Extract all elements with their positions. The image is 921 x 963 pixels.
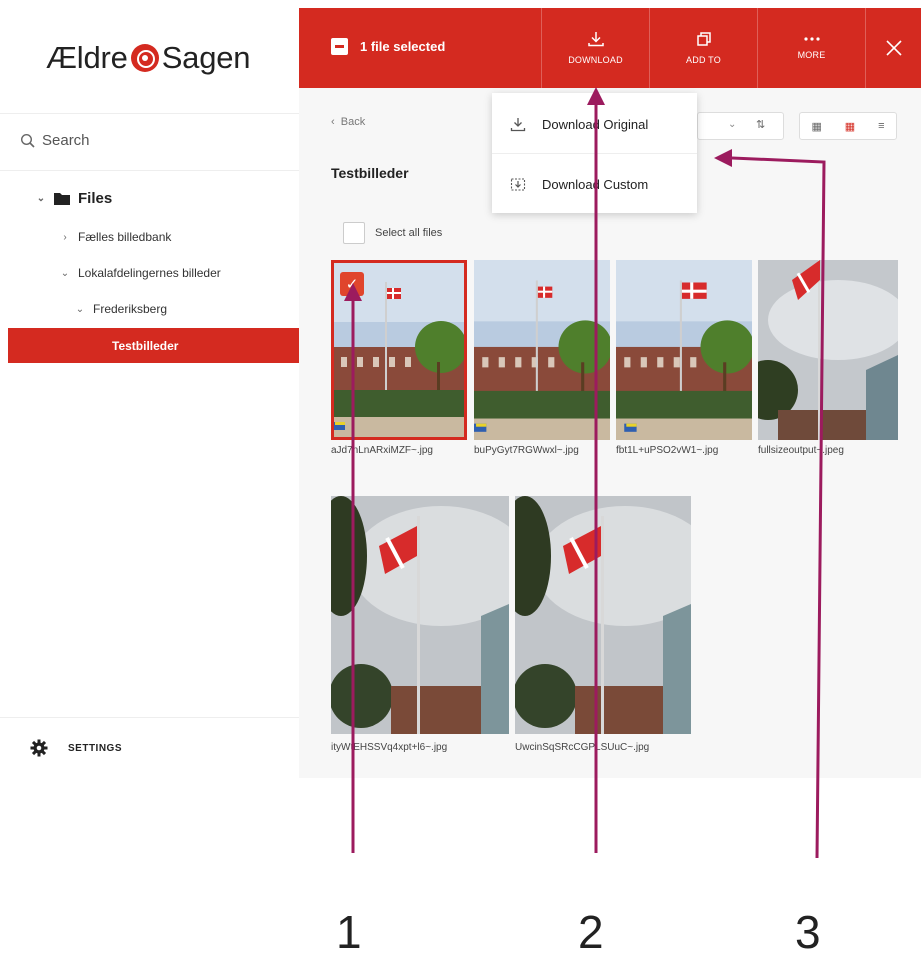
annotation-label-2: 2: [578, 906, 604, 958]
tree-label: Fælles billedbank: [78, 230, 172, 244]
search-placeholder: Search: [42, 132, 90, 149]
logo-text-right: Sagen: [161, 40, 251, 75]
file-thumbnail[interactable]: [515, 496, 691, 734]
sidebar: Ældre Sagen Search ⌄ Files › Fælles bill…: [0, 0, 299, 778]
divider: [0, 113, 299, 114]
file-name: ityWtEHSSVq4xpt+l6~.jpg: [331, 742, 448, 753]
search-input[interactable]: Search: [20, 132, 90, 149]
photo-image: [515, 496, 691, 734]
add-to-button[interactable]: ADD TO: [649, 8, 757, 88]
download-icon: [587, 32, 604, 47]
tree-label: Frederiksberg: [93, 302, 168, 316]
gear-icon: [30, 739, 48, 757]
logo-text-left: Ældre: [46, 40, 128, 75]
chevron-down-icon: ⌄: [60, 267, 70, 279]
file-name: fullsizeoutput~.jpeg: [758, 445, 844, 456]
deselect-checkbox[interactable]: [331, 38, 348, 55]
chevron-down-icon: ⌄: [75, 303, 85, 315]
back-label: Back: [340, 116, 366, 128]
selection-toolbar: 1 file selected DOWNLOAD ADD TO MORE: [299, 8, 921, 88]
file-name: aJd7nLnARxiMZF~.jpg: [331, 445, 433, 456]
photo-image: [474, 260, 610, 440]
file-thumbnail[interactable]: [474, 260, 610, 440]
sort-select[interactable]: ⌄ ⇅: [697, 112, 784, 140]
selected-count-label: 1 file selected: [360, 39, 446, 54]
file-thumbnail[interactable]: [758, 260, 898, 440]
more-label: MORE: [797, 50, 826, 60]
copy-icon: [696, 32, 711, 46]
custom-download-icon: [510, 178, 526, 191]
tree-item-frederiksberg[interactable]: ⌄ Frederiksberg: [75, 302, 167, 316]
download-custom-label: Download Custom: [542, 176, 649, 192]
sort-order-icon[interactable]: ⇅: [756, 118, 765, 131]
close-button[interactable]: [865, 8, 921, 88]
tree-label: Files: [78, 190, 113, 207]
logo-mark-icon: [130, 44, 159, 72]
file-thumbnail[interactable]: [616, 260, 752, 440]
checkmark-icon[interactable]: ✓: [340, 272, 364, 296]
download-button[interactable]: DOWNLOAD: [541, 8, 649, 88]
tree-label: Lokalafdelingernes billeder: [78, 266, 221, 280]
annotation-label-1: 1: [336, 906, 362, 958]
folder-icon: [54, 193, 70, 205]
view-list-icon[interactable]: ≡: [878, 120, 884, 132]
chevron-down-icon: ⌄: [36, 193, 46, 204]
download-original-item[interactable]: Download Original: [492, 95, 697, 153]
settings-button[interactable]: SETTINGS: [30, 739, 122, 757]
download-original-label: Download Original: [542, 116, 649, 132]
tree-item-lokalafdelinger[interactable]: ⌄ Lokalafdelingernes billeder: [60, 266, 221, 280]
file-name: buPyGyt7RGWwxl~.jpg: [474, 445, 579, 456]
select-all-checkbox[interactable]: Select all files: [343, 222, 442, 244]
download-icon: [510, 117, 526, 131]
view-large-grid-icon[interactable]: ▦: [811, 120, 821, 133]
annotation-label-3: 3: [795, 906, 821, 958]
download-menu: Download Original Download Custom: [492, 93, 697, 213]
app-window: Ældre Sagen Search ⌄ Files › Fælles bill…: [0, 0, 921, 778]
divider: [0, 717, 299, 718]
selection-indicator[interactable]: 1 file selected: [331, 38, 445, 55]
divider: [0, 170, 299, 171]
close-icon: [886, 40, 902, 56]
file-name: fbt1L+uPSO2vW1~.jpg: [616, 445, 719, 456]
download-label: DOWNLOAD: [568, 55, 623, 65]
chevron-right-icon: ›: [63, 231, 67, 243]
download-custom-item[interactable]: Download Custom: [492, 155, 697, 213]
page-title: Testbilleder: [331, 165, 409, 181]
file-thumbnail[interactable]: [331, 496, 509, 734]
tree-item-testbilleder[interactable]: Testbilleder: [8, 328, 299, 363]
tree-item-files[interactable]: ⌄ Files: [36, 190, 112, 207]
logo[interactable]: Ældre Sagen: [46, 40, 251, 76]
divider: [492, 153, 697, 154]
tree-item-faelles[interactable]: › Fælles billedbank: [60, 230, 171, 244]
back-link[interactable]: ‹ Back: [331, 116, 365, 128]
checkbox-box[interactable]: [343, 222, 365, 244]
file-name: UwcinSqSRcCGPLSUuC~.jpg: [515, 742, 650, 753]
select-all-label: Select all files: [375, 227, 443, 239]
chevron-left-icon: ‹: [331, 116, 341, 128]
add-to-label: ADD TO: [686, 55, 721, 65]
view-grid-icon[interactable]: ▦: [845, 120, 855, 133]
more-dots-icon: [803, 37, 820, 41]
search-icon: [20, 133, 35, 148]
photo-image: [758, 260, 898, 440]
main-panel: 1 file selected DOWNLOAD ADD TO MORE ‹ B…: [299, 8, 921, 778]
photo-image: [616, 260, 752, 440]
settings-label: SETTINGS: [68, 742, 123, 754]
photo-image: [331, 496, 509, 734]
more-button[interactable]: MORE: [757, 8, 865, 88]
view-switcher: ▦ ▦ ≡: [799, 112, 897, 140]
chevron-down-icon: ⌄: [728, 119, 737, 130]
